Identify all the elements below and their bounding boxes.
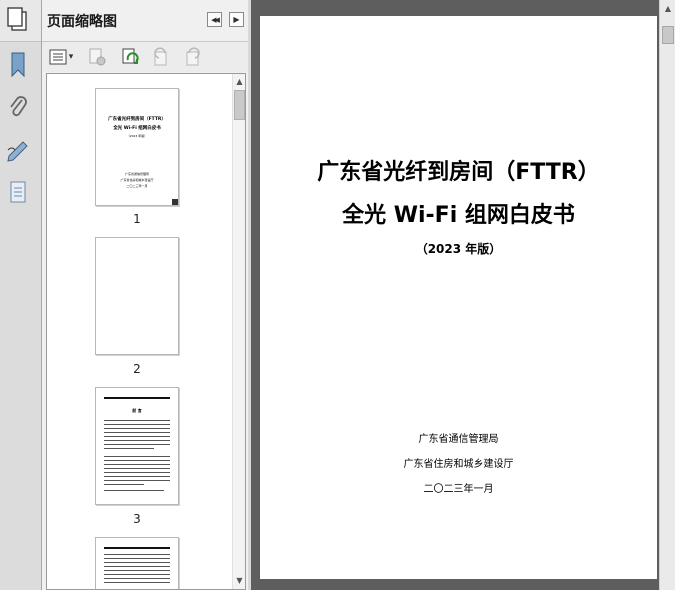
thumbnail-page-3[interactable]: 前 言 xyxy=(95,387,179,505)
attachments-button[interactable] xyxy=(4,93,32,123)
options-menu-button[interactable]: ▾ xyxy=(46,47,76,67)
issue-date: 二〇二三年一月 xyxy=(423,484,494,495)
scrollbar-thumb[interactable] xyxy=(234,90,245,120)
thumbnail-page-1[interactable]: 广东省光纤到房间（FTTR） 全光 Wi-Fi 组网白皮书 （2023 年版） … xyxy=(95,88,179,206)
page-thumbnails-panel: 页面缩略图 ◀◀ ▶ ▾ 广东省光纤到房间（FTTR） 全光 Wi-Fi 组网白… xyxy=(42,0,248,590)
document-scroll-up-button[interactable]: ▲ xyxy=(660,2,675,16)
chevron-up-icon: ▲ xyxy=(236,77,243,86)
thumbnail-org-line: 广东省住房和城乡建设厅 xyxy=(120,178,154,182)
thumbnail-label: 1 xyxy=(133,212,141,226)
document-scrollbar-thumb[interactable] xyxy=(662,26,674,44)
document-title-line-1: 广东省光纤到房间（FTTR） xyxy=(317,160,600,185)
thumbnail-label: 2 xyxy=(133,362,141,376)
document-view: 广东省光纤到房间（FTTR） 全光 Wi-Fi 组网白皮书 （2023 年版） … xyxy=(251,0,675,590)
dropdown-arrow-icon: ▾ xyxy=(68,52,74,62)
pages-icon xyxy=(7,7,27,31)
scroll-up-button[interactable]: ▲ xyxy=(233,75,245,89)
thumbnail-scrollbar[interactable]: ▲ ▼ xyxy=(232,74,245,589)
bookmark-icon xyxy=(11,52,25,78)
bookmarks-button[interactable] xyxy=(4,50,32,80)
pages-panel-toggle[interactable] xyxy=(0,0,41,42)
thumbnail-page-2[interactable] xyxy=(95,237,179,355)
attachment-icon xyxy=(10,96,27,117)
thumbnail-title-line: 广东省光纤到房间（FTTR） xyxy=(108,117,166,122)
thumbnail-org-line: 广东省通信管理局 xyxy=(124,172,149,176)
thumbnail-edition-line: （2023 年版） xyxy=(126,134,148,138)
double-chevron-left-icon: ◀◀ xyxy=(211,15,220,24)
thumbnail-page-4[interactable] xyxy=(95,537,179,589)
thumbnail-title-line: 全光 Wi-Fi 组网白皮书 xyxy=(113,126,161,131)
delete-pages-button[interactable] xyxy=(86,47,108,67)
resize-handle[interactable] xyxy=(172,199,178,205)
list-options-icon xyxy=(49,49,67,65)
thumbnail-heading: 前 言 xyxy=(132,408,142,413)
chevron-up-icon: ▲ xyxy=(664,4,672,13)
collapse-panel-button[interactable]: ◀◀ xyxy=(207,12,222,27)
thumbnail-org-line: 二〇二三年一月 xyxy=(126,184,148,188)
rotate-pages-button[interactable] xyxy=(119,47,141,67)
delete-page-icon xyxy=(89,48,106,66)
document-scrollbar[interactable]: ▲ xyxy=(659,0,675,590)
thumbnail-toolbar: ▾ xyxy=(42,42,248,72)
issuing-org-1: 广东省通信管理局 xyxy=(418,434,499,445)
signature-icon xyxy=(7,141,28,162)
signatures-button[interactable] xyxy=(4,135,32,165)
rotate-left-icon xyxy=(154,47,167,66)
document-edition: （2023 年版） xyxy=(415,242,502,256)
document-page: 广东省光纤到房间（FTTR） 全光 Wi-Fi 组网白皮书 （2023 年版） … xyxy=(260,16,657,579)
rotate-right-icon xyxy=(186,47,200,66)
scroll-down-button[interactable]: ▼ xyxy=(233,574,245,588)
thumbnail-label: 3 xyxy=(133,512,141,526)
layers-icon xyxy=(10,181,26,203)
chevron-down-icon: ▼ xyxy=(236,576,243,585)
rotate-page-icon xyxy=(122,48,139,64)
panel-title: 页面缩略图 xyxy=(47,14,117,30)
document-title-line-2: 全光 Wi-Fi 组网白皮书 xyxy=(342,203,575,228)
expand-panel-button[interactable]: ▶ xyxy=(229,12,244,27)
issuing-org-2: 广东省住房和城乡建设厅 xyxy=(403,459,514,470)
panel-header: 页面缩略图 ◀◀ ▶ xyxy=(42,0,248,42)
navigation-rail xyxy=(0,0,42,590)
layers-button[interactable] xyxy=(4,178,32,208)
chevron-right-icon: ▶ xyxy=(233,15,240,24)
rotate-counterclockwise-button[interactable] xyxy=(150,47,172,67)
rotate-clockwise-button[interactable] xyxy=(182,47,204,67)
thumbnail-list: 广东省光纤到房间（FTTR） 全光 Wi-Fi 组网白皮书 （2023 年版） … xyxy=(46,73,246,590)
